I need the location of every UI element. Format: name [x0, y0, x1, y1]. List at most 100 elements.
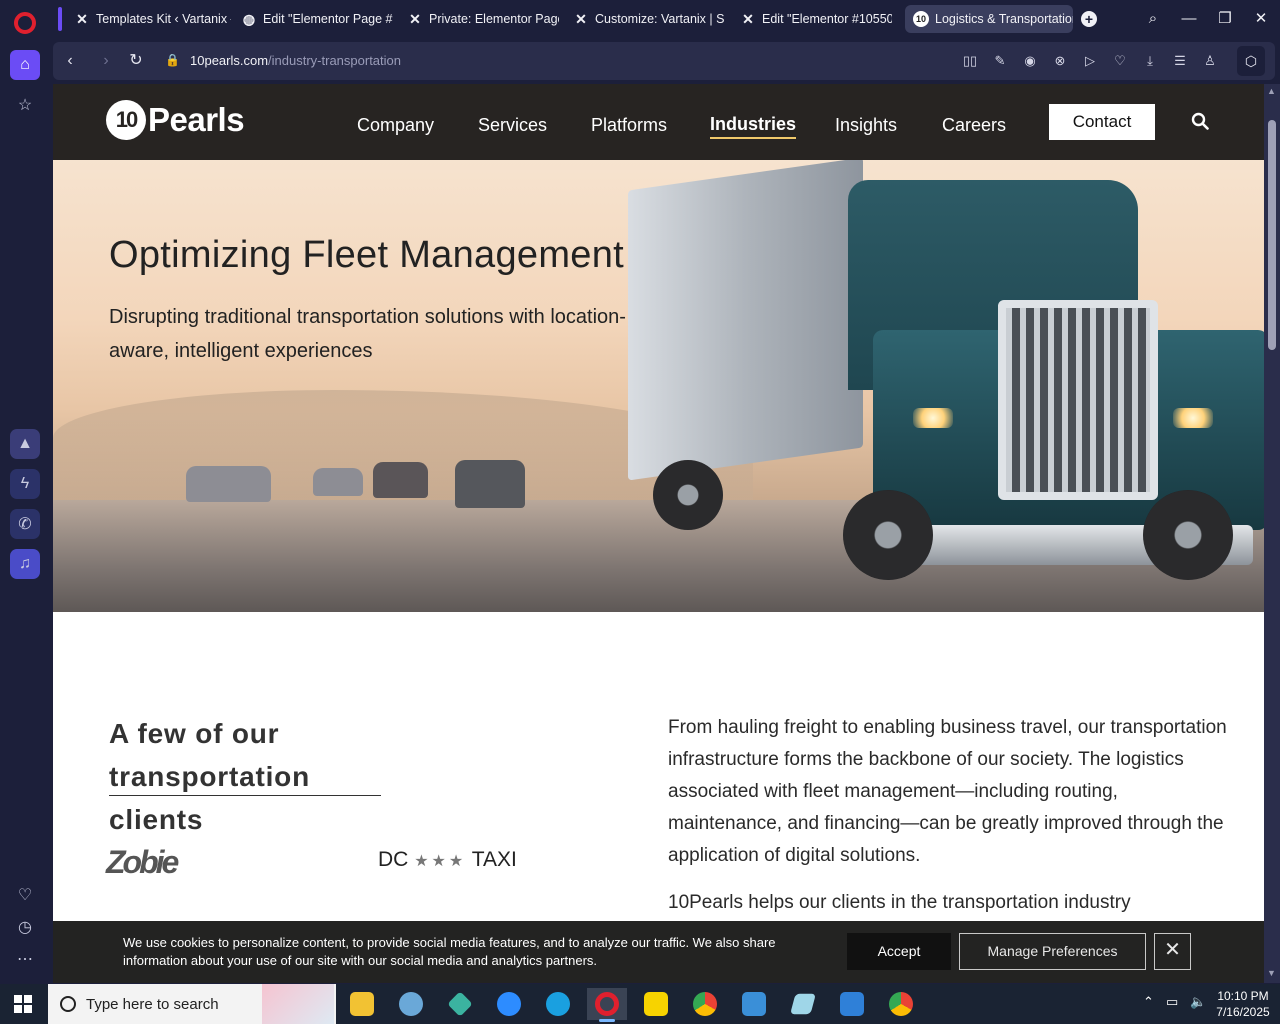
search-highlight-illustration [262, 984, 334, 1024]
heart-icon[interactable]: ♡ [10, 880, 40, 910]
cards-app-icon[interactable] [783, 988, 823, 1020]
opera-logo-icon[interactable] [14, 12, 36, 34]
tray-chevron-icon[interactable]: ⌃ [1143, 994, 1154, 1010]
hero-car [186, 466, 271, 502]
profile-icon[interactable]: ♙ [1201, 52, 1219, 70]
nav-industries[interactable]: Industries [710, 114, 797, 139]
truck-grille [998, 300, 1158, 500]
nav-careers[interactable]: Careers [942, 115, 1006, 136]
forward-icon[interactable]: › [95, 50, 117, 72]
photos-icon[interactable] [734, 988, 774, 1020]
lock-icon[interactable]: 🔒 [165, 53, 180, 67]
nav-platforms[interactable]: Platforms [591, 115, 667, 136]
logo-mark: 10 [106, 100, 146, 140]
sticky-notes-icon[interactable] [636, 988, 676, 1020]
elementor-x-icon: ✕ [742, 10, 754, 27]
search-icon[interactable] [1191, 112, 1209, 130]
edit-icon[interactable]: ✎ [991, 52, 1009, 70]
download-icon[interactable]: ⤓ [1141, 52, 1159, 70]
adblock-icon[interactable]: ⊗ [1051, 52, 1069, 70]
paint-icon[interactable] [391, 988, 431, 1020]
whatsapp-icon[interactable]: ✆ [10, 509, 40, 539]
url-path: /industry-transportation [268, 53, 401, 68]
logo-wordmark: Pearls [148, 101, 245, 138]
home-icon[interactable]: ⌂ [10, 50, 40, 80]
clients-heading: A few of our transportation clients [109, 718, 310, 835]
intro-paragraph: From hauling freight to enabling busines… [668, 717, 1227, 866]
restore-icon[interactable]: ❐ [1214, 8, 1236, 30]
tab-customize-vartanix[interactable]: ✕ Customize: Vartanix | Soft [565, 5, 725, 33]
nav-services[interactable]: Services [478, 115, 547, 136]
diamond-app-icon[interactable] [440, 988, 480, 1020]
site-logo[interactable]: 10 Pearls [106, 100, 245, 140]
dc-taxi-stars: ★★★ [414, 853, 467, 870]
chrome-icon[interactable] [685, 988, 725, 1020]
reload-icon[interactable]: ↻ [125, 50, 147, 72]
nav-insights[interactable]: Insights [835, 115, 897, 136]
taskbar-search-placeholder: Type here to search [86, 995, 219, 1013]
heart-bookmark-icon[interactable]: ♡ [1111, 52, 1129, 70]
search-icon [60, 996, 76, 1012]
cookie-text: We use cookies to personalize content, t… [123, 935, 776, 968]
file-explorer-icon[interactable] [342, 988, 382, 1020]
hero-car [373, 462, 428, 498]
volume-icon[interactable]: 🔈 [1190, 994, 1206, 1010]
clock-time: 10:10 PM [1217, 989, 1269, 1003]
clock-date: 7/16/2025 [1216, 1005, 1270, 1019]
new-tab-button[interactable]: + [1081, 11, 1097, 27]
tab-label: Private: Elementor Page # [429, 12, 559, 26]
aria-icon[interactable]: ▲ [10, 429, 40, 459]
scroll-up-icon[interactable]: ▲ [1267, 86, 1276, 96]
close-window-icon[interactable]: ✕ [1250, 8, 1272, 30]
scrollbar-thumb[interactable] [1268, 120, 1276, 350]
vscode-icon[interactable] [832, 988, 872, 1020]
truck-wheel [843, 490, 933, 580]
back-icon[interactable]: ‹ [59, 50, 81, 72]
url-field[interactable]: 10pearls.com/industry-transportation [190, 53, 401, 68]
page-scrollbar[interactable]: ▲ ▼ [1264, 84, 1280, 983]
music-player-icon[interactable]: ♫ [10, 549, 40, 579]
truck-headlight [1173, 408, 1213, 428]
tab-edit-elementor-10550[interactable]: ✕ Edit "Elementor #10550" [732, 5, 892, 33]
windows-start-icon[interactable] [14, 995, 32, 1013]
cookie-banner: We use cookies to personalize content, t… [53, 921, 1264, 983]
hero-car [313, 468, 363, 496]
network-icon[interactable]: ▭ [1166, 994, 1178, 1010]
nav-company[interactable]: Company [357, 115, 434, 136]
manage-preferences-button[interactable]: Manage Preferences [959, 933, 1146, 970]
tab-templates-kit[interactable]: ✕ Templates Kit ‹ Vartanix — [66, 5, 231, 33]
minimize-icon[interactable]: — [1178, 8, 1200, 30]
history-icon[interactable]: ◷ [10, 912, 40, 942]
tab-private-elementor-page[interactable]: ✕ Private: Elementor Page # [399, 5, 559, 33]
system-clock[interactable]: 10:10 PM 7/16/2025 [1214, 988, 1272, 1020]
clients-heading-rule [109, 795, 381, 796]
zoom-icon[interactable] [489, 988, 529, 1020]
edge-icon[interactable] [538, 988, 578, 1020]
truck-headlight [913, 408, 953, 428]
scroll-down-icon[interactable]: ▼ [1267, 968, 1276, 978]
10pearls-icon: 10 [913, 11, 929, 27]
messenger-icon[interactable]: ϟ [10, 469, 40, 499]
elementor-x-icon: ✕ [575, 10, 587, 27]
second-paragraph: 10Pearls helps our clients in the transp… [668, 892, 1131, 913]
tab-edit-elementor-page[interactable]: ◍ Edit "Elementor Page #10 [233, 5, 393, 33]
chrome-icon[interactable] [881, 988, 921, 1020]
dc-taxi-taxi: TAXI [471, 848, 517, 871]
reader-icon[interactable]: ▯▯ [961, 52, 979, 70]
star-icon[interactable]: ☆ [10, 90, 40, 120]
tab-label: Customize: Vartanix | Soft [595, 12, 725, 26]
more-icon[interactable]: ⋯ [10, 944, 40, 974]
tab-logistics-transportation[interactable]: 10 Logistics & Transportation [905, 5, 1073, 33]
opera-icon[interactable] [587, 988, 627, 1022]
client-logo-dc-taxi: DC ★★★ TAXI [378, 848, 517, 872]
easy-setup-icon[interactable]: ☰ [1171, 52, 1189, 70]
truck-wheel [653, 460, 723, 530]
send-icon[interactable]: ▷ [1081, 52, 1099, 70]
extensions-icon[interactable]: ⬡ [1237, 46, 1265, 76]
camera-icon[interactable]: ◉ [1021, 52, 1039, 70]
contact-button[interactable]: Contact [1049, 104, 1155, 140]
accept-cookies-button[interactable]: Accept [847, 933, 951, 970]
tab-label: Logistics & Transportation [935, 12, 1073, 26]
search-tabs-icon[interactable]: ⌕ [1142, 8, 1164, 30]
close-icon[interactable]: ✕ [1154, 933, 1191, 970]
